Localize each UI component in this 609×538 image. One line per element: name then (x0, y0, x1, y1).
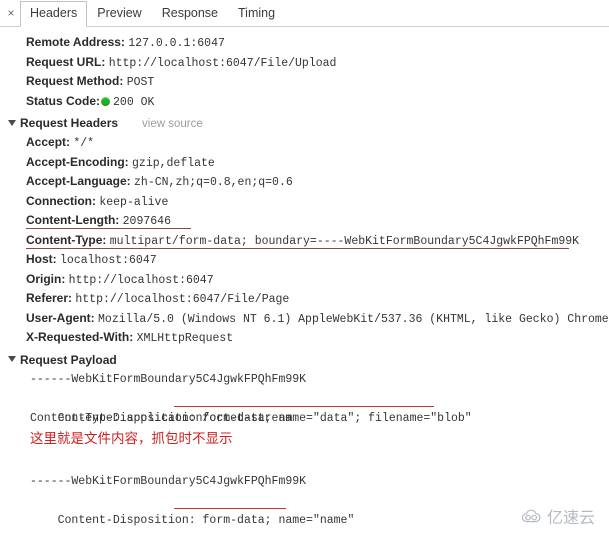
status-code-value: 200 OK (113, 95, 155, 109)
tab-preview[interactable]: Preview (87, 1, 151, 26)
header-value: */* (73, 137, 95, 150)
status-code-label: Status Code: (26, 93, 101, 108)
remote-address-label: Remote Address: (26, 35, 125, 49)
annotation-underline-name-data (174, 406, 434, 407)
request-url-value[interactable]: http://localhost:6047/File/Upload (109, 57, 337, 70)
header-name: X-Requested-With: (26, 330, 134, 344)
row-request-url: Request URL: http://localhost:6047/File/… (0, 53, 609, 73)
section-request-payload[interactable]: Request Payload (0, 350, 609, 370)
view-source-link[interactable]: view source (142, 118, 203, 130)
header-value: http://localhost:6047/File/Page (75, 293, 290, 306)
header-name: Accept-Encoding: (26, 154, 129, 169)
header-value: http://localhost:6047 (68, 273, 214, 287)
cloud-logo-icon (521, 509, 541, 522)
remote-address-value: 127.0.0.1:6047 (128, 37, 225, 50)
header-row-origin: Origin: http://localhost:6047 (0, 270, 609, 290)
devtools-tabbar: × Headers Preview Response Timing (0, 0, 609, 27)
payload-line-blank-1 (0, 452, 609, 472)
close-icon[interactable]: × (4, 2, 18, 24)
header-name: Accept-Language: (26, 174, 131, 188)
header-name: Content-Type: (26, 232, 107, 247)
header-value: multipart/form-data; boundary=----WebKit… (109, 234, 580, 248)
headers-panel-content: Remote Address: 127.0.0.1:6047 Request U… (0, 27, 609, 538)
header-name: Referer: (26, 291, 73, 305)
annotation-note-file-content: 这里就是文件内容，抓包时不显示 (30, 431, 233, 447)
row-remote-address: Remote Address: 127.0.0.1:6047 (0, 33, 609, 53)
request-method-label: Request Method: (26, 74, 124, 88)
request-headers-title[interactable]: Request Headers (20, 116, 118, 130)
annotation-underline-content-type (26, 247, 569, 249)
watermark: 亿速云 (521, 504, 595, 528)
header-name: User-Agent: (26, 310, 95, 325)
payload-line-boundary-2: ------WebKitFormBoundary5C4JgwkFPQhFm99K (30, 474, 307, 488)
status-indicator-icon (101, 96, 111, 106)
row-request-method: Request Method: POST (0, 72, 609, 92)
header-name: Host: (26, 252, 57, 266)
chevron-down-icon[interactable] (8, 119, 16, 126)
header-row-user-agent: User-Agent: Mozilla/5.0 (Windows NT 6.1)… (0, 309, 609, 329)
header-value: keep-alive (99, 195, 169, 209)
chevron-down-icon[interactable] (8, 356, 16, 363)
header-row-host: Host: localhost:6047 (0, 250, 609, 270)
payload-line-disposition-data: Content-Disposition: form-data; name="da… (0, 389, 609, 425)
header-value: localhost:6047 (60, 254, 157, 267)
header-row-x-requested-with: X-Requested-With: XMLHttpRequest (0, 328, 609, 348)
header-row-referer: Referer: http://localhost:6047/File/Page (0, 289, 609, 309)
header-row-accept-encoding: Accept-Encoding: gzip,deflate (0, 153, 609, 173)
section-request-headers[interactable]: Request Headers view source (0, 113, 609, 133)
header-value: Mozilla/5.0 (Windows NT 6.1) AppleWebKit… (98, 312, 609, 326)
request-url-label: Request URL: (26, 54, 106, 69)
request-method-value: POST (126, 76, 155, 89)
header-row-connection: Connection: keep-alive (0, 192, 609, 212)
header-row-content-type: Content-Type: multipart/form-data; bound… (0, 231, 609, 251)
tab-timing[interactable]: Timing (228, 1, 285, 26)
payload-text: Content-Disposition: form-data; name="na… (57, 513, 355, 527)
header-name: Connection: (26, 193, 96, 208)
tab-response[interactable]: Response (152, 1, 228, 26)
header-value: gzip,deflate (132, 156, 215, 170)
header-value: XMLHttpRequest (136, 332, 234, 345)
payload-line-boundary-1: ------WebKitFormBoundary5C4JgwkFPQhFm99K (30, 372, 307, 386)
tab-headers[interactable]: Headers (20, 1, 88, 27)
header-row-accept-language: Accept-Language: zh-CN,zh;q=0.8,en;q=0.6 (0, 172, 609, 192)
header-value: zh-CN,zh;q=0.8,en;q=0.6 (134, 176, 293, 189)
request-payload-title[interactable]: Request Payload (20, 353, 117, 367)
payload-line-disposition-name: Content-Disposition: form-data; name="na… (0, 491, 609, 527)
payload-line-filename-value: Adobe_Flash_CS4_Pro.exe (0, 530, 609, 538)
header-row-accept: Accept: */* (0, 133, 609, 153)
tab-list: Headers Preview Response Timing (20, 1, 285, 27)
header-name: Content-Length: (26, 213, 120, 227)
row-status-code: Status Code: 200 OK (0, 92, 609, 112)
payload-text: Content-Disposition: form-data; name="da… (57, 411, 472, 425)
header-value: 2097646 (122, 215, 171, 228)
annotation-underline-name-name (174, 508, 286, 509)
header-name: Accept: (26, 135, 71, 149)
header-row-content-length: Content-Length: 2097646 (0, 211, 609, 231)
annotation-underline-content-length (26, 228, 191, 229)
header-name: Origin: (26, 271, 66, 286)
watermark-text: 亿速云 (546, 508, 595, 527)
